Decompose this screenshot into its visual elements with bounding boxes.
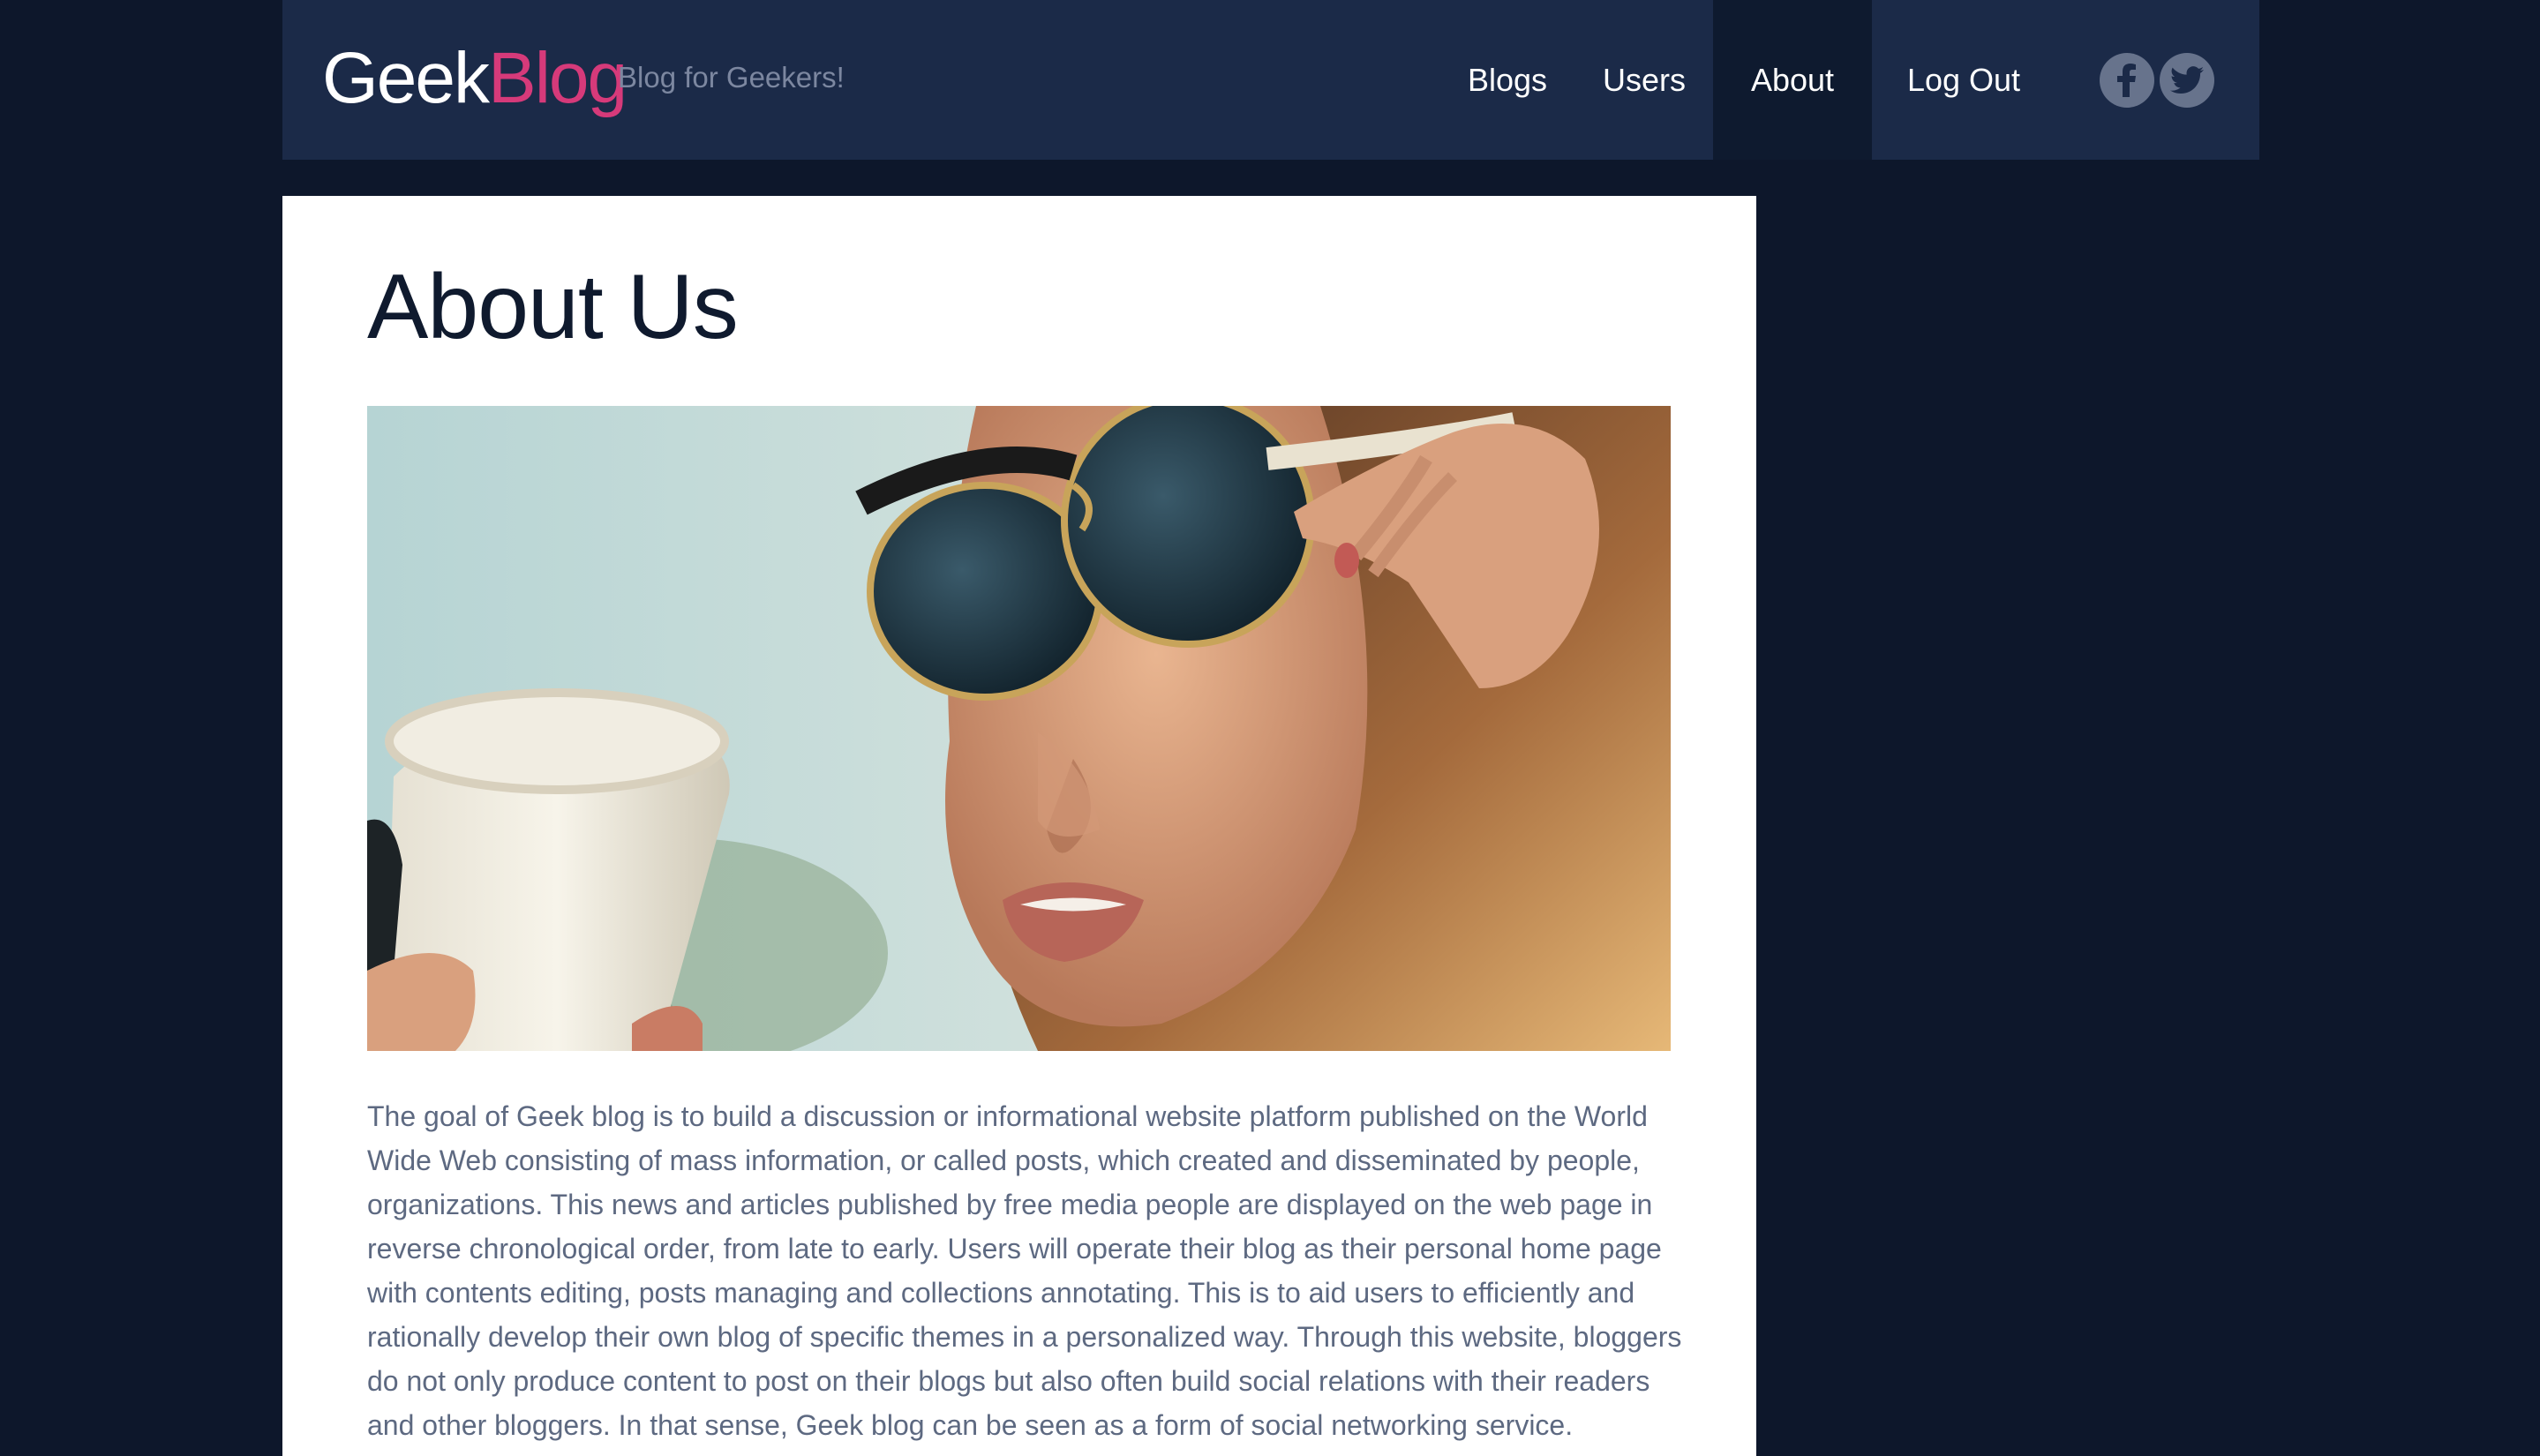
twitter-button[interactable] — [2160, 53, 2214, 108]
about-description: The goal of Geek blog is to build a disc… — [367, 1100, 1682, 1441]
site-header: GeekBlog Blog for Geekers! Blogs Users A… — [282, 0, 2259, 160]
facebook-icon — [2117, 64, 2136, 97]
nav-item-blogs[interactable]: Blogs — [1437, 0, 1578, 160]
facebook-button[interactable] — [2100, 53, 2154, 108]
hero-image — [367, 406, 1671, 1051]
page-title: About Us — [367, 256, 739, 358]
main-content: About Us The goal of Geek blog is to bui… — [282, 196, 1756, 1456]
site-logo[interactable]: GeekBlog — [322, 38, 627, 118]
logo-text-geek: Geek — [322, 38, 490, 118]
nav-item-logout[interactable]: Log Out — [1872, 0, 2055, 160]
twitter-icon — [2170, 66, 2204, 94]
nav-item-users[interactable]: Users — [1578, 0, 1710, 160]
site-tagline: Blog for Geekers! — [618, 61, 845, 94]
logo-text-blog: Blog — [488, 38, 627, 118]
nav-item-about[interactable]: About — [1713, 0, 1872, 160]
